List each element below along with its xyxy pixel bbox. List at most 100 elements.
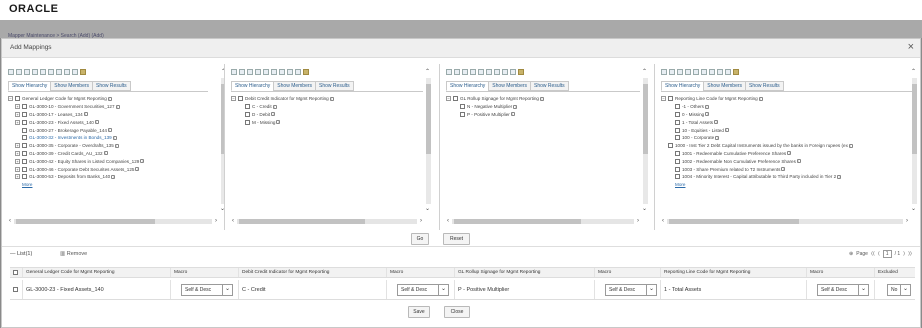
page-number-input[interactable]: 1 (882, 250, 892, 258)
node-checkbox[interactable] (675, 119, 680, 125)
search-icon[interactable] (478, 69, 484, 75)
tree-node[interactable]: -1 - Others i (661, 103, 913, 111)
node-checkbox[interactable] (245, 111, 250, 117)
expand-icon[interactable]: + (15, 158, 20, 164)
info-icon[interactable]: i (115, 104, 120, 109)
view-icon[interactable] (271, 69, 277, 75)
folder-icon[interactable] (733, 69, 739, 75)
scroll-left-icon[interactable]: ‹ (6, 218, 14, 224)
node-checkbox[interactable] (22, 104, 27, 110)
tree-node[interactable]: 100 - Corporate i (661, 134, 913, 142)
info-icon[interactable]: i (329, 96, 334, 101)
tab-show-results[interactable]: Show Results (745, 81, 784, 91)
info-icon[interactable]: i (848, 143, 853, 148)
node-checkbox[interactable] (22, 127, 27, 133)
expand-icon[interactable]: + (15, 166, 20, 172)
search-icon[interactable] (263, 69, 269, 75)
node-checkbox[interactable] (22, 174, 27, 180)
expand-icon[interactable]: + (15, 150, 20, 156)
node-checkbox[interactable] (460, 104, 465, 110)
scrollbar-track[interactable] (452, 218, 634, 224)
tree-node[interactable]: 1004 - Minority Interest - Capital attri… (661, 173, 913, 181)
expand-all-icon[interactable] (8, 69, 14, 75)
collapse-all-icon[interactable] (669, 69, 675, 75)
tab-show-members[interactable]: Show Members (703, 81, 747, 91)
remove-button[interactable]: ▥ Remove (60, 251, 87, 257)
tree-node[interactable]: 1000 - Inst Tier 2 Debt Capital Instrume… (661, 142, 913, 150)
scrollbar-track[interactable] (667, 218, 903, 224)
filter-icon[interactable] (64, 69, 70, 75)
row-checkbox[interactable] (13, 287, 18, 292)
info-icon[interactable]: i (781, 167, 786, 172)
folder-icon[interactable] (518, 69, 524, 75)
tree-node[interactable]: + GL-3000-23 - Fixed Assets_140 i (8, 118, 208, 126)
select-all-checkbox[interactable] (13, 270, 18, 275)
close-icon[interactable]: × (908, 41, 914, 53)
expand-icon[interactable]: + (15, 111, 20, 117)
scroll-down-icon[interactable]: ⌄ (642, 205, 647, 212)
tree-root-node[interactable]: − Reporting Line Code for Mgmt Reporting i (661, 95, 913, 103)
scroll-left-icon[interactable]: ‹ (444, 218, 452, 224)
scrollbar-thumb[interactable] (454, 218, 582, 224)
save-button[interactable]: Save (408, 306, 430, 318)
scrollbar-thumb[interactable] (426, 84, 431, 154)
info-icon[interactable]: i (107, 96, 112, 101)
tab-show-results[interactable]: Show Results (315, 81, 354, 91)
node-checkbox[interactable] (675, 166, 680, 172)
tab-show-results[interactable]: Show Results (92, 81, 131, 91)
collapse-all-icon[interactable] (16, 69, 22, 75)
scroll-down-icon[interactable]: ⌄ (425, 205, 430, 212)
tree-node[interactable]: C - Credit i (231, 103, 423, 111)
node-checkbox[interactable] (15, 96, 20, 102)
info-icon[interactable]: i (724, 128, 729, 133)
node-checkbox[interactable] (675, 111, 680, 117)
node-checkbox[interactable] (668, 143, 673, 149)
macro-select[interactable]: Self & Desc ⌄ (397, 284, 449, 296)
expand-all-icon[interactable] (446, 69, 452, 75)
node-checkbox[interactable] (675, 127, 680, 133)
tab-show-hierarchy[interactable]: Show Hierarchy (8, 81, 52, 91)
node-checkbox[interactable] (675, 104, 680, 110)
scroll-up-icon[interactable]: ⌃ (642, 68, 647, 75)
scroll-right-icon[interactable]: › (903, 218, 911, 224)
select-icon[interactable] (24, 69, 30, 75)
info-icon[interactable]: i (715, 135, 720, 140)
node-checkbox[interactable] (668, 96, 673, 102)
tab-show-members[interactable]: Show Members (488, 81, 532, 91)
deselect-icon[interactable] (685, 69, 691, 75)
scrollbar-thumb[interactable] (669, 218, 799, 224)
info-icon[interactable]: i (510, 112, 515, 117)
level-icon[interactable] (725, 69, 731, 75)
tree-node[interactable]: N - Negative Multiplier i (446, 103, 640, 111)
info-icon[interactable]: i (837, 174, 842, 179)
tree-node[interactable]: 10 - Equities - Listed i (661, 126, 913, 134)
node-checkbox[interactable] (22, 143, 27, 149)
node-checkbox[interactable] (22, 119, 27, 125)
scrollbar-thumb[interactable] (239, 218, 365, 224)
tree-node[interactable]: 0 - Missing i (661, 111, 913, 119)
sort-icon[interactable] (494, 69, 500, 75)
tree-root-node[interactable]: − General Ledger Code for Mgmt Reporting i (8, 95, 208, 103)
node-checkbox[interactable] (22, 135, 27, 141)
deselect-icon[interactable] (32, 69, 38, 75)
info-icon[interactable]: i (539, 96, 544, 101)
macro-select[interactable]: Self & Desc ⌄ (181, 284, 233, 296)
info-icon[interactable]: i (107, 128, 112, 133)
tree-node[interactable]: 1 - Total Assets i (661, 118, 913, 126)
expand-all-icon[interactable] (661, 69, 667, 75)
scroll-up-icon[interactable]: ⌃ (911, 68, 916, 75)
info-icon[interactable]: i (276, 120, 281, 125)
tab-show-results[interactable]: Show Results (530, 81, 569, 91)
tree-node[interactable]: + GL-3000-17 - Leases_134 i (8, 111, 208, 119)
tree-node[interactable]: + GL-3000-10 - Government Securities_127 i (8, 103, 208, 111)
horizontal-scrollbar[interactable]: ‹ › (659, 218, 911, 224)
tree-node[interactable]: + GL-3000-46 - Corporate Debt Securites A… (8, 165, 208, 173)
scroll-up-icon[interactable]: ⌃ (425, 68, 430, 75)
next-page-icon[interactable]: ⟩ (903, 251, 905, 257)
scrollbar-track[interactable] (237, 218, 417, 224)
info-icon[interactable]: i (271, 112, 276, 117)
node-checkbox[interactable] (675, 150, 680, 156)
filter-icon[interactable] (717, 69, 723, 75)
filter-icon[interactable] (287, 69, 293, 75)
folder-icon[interactable] (80, 69, 86, 75)
